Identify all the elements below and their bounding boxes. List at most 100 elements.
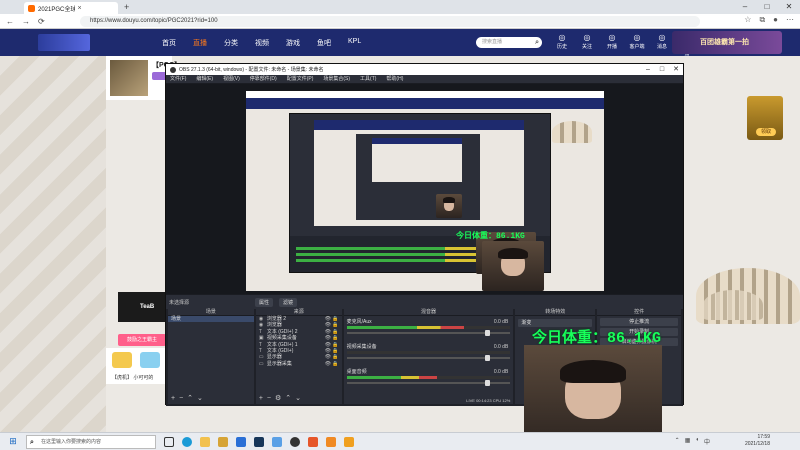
nav-item[interactable]: 首页 <box>162 38 176 48</box>
header-icon-button[interactable]: ◎ 关注 <box>578 33 596 57</box>
support-button[interactable]: 鼓励之王霸主 <box>118 334 166 346</box>
close-window-icon[interactable]: ✕ <box>778 0 800 14</box>
forward-icon[interactable]: → <box>22 17 30 26</box>
taskbar-search-placeholder: 在这里输入你要搜索的内容 <box>41 438 102 445</box>
minimize-icon[interactable]: – <box>734 0 756 14</box>
scene-controls[interactable]: +−⌃⌄ <box>171 394 207 402</box>
obs-preview[interactable]: 今日体重：86.1KG <box>166 84 683 294</box>
mixer-header: 混音器 <box>343 309 514 316</box>
slider-handle[interactable] <box>485 330 491 336</box>
volume-slider[interactable] <box>346 380 511 386</box>
search-input[interactable]: 搜索直播 ⌕ <box>476 37 542 48</box>
volume-meter <box>346 376 511 379</box>
obs-menu-item[interactable]: 配置文件(P) <box>287 75 314 83</box>
volume-slider[interactable] <box>346 355 511 361</box>
obs-menu-item[interactable]: 帮助(H) <box>386 75 403 83</box>
windows-start-icon[interactable]: ⊞ <box>0 436 26 447</box>
app-icon[interactable] <box>272 436 282 447</box>
minimize-icon[interactable]: – <box>641 64 655 75</box>
app-icon[interactable] <box>344 436 354 447</box>
nav-item[interactable]: 分类 <box>224 38 238 48</box>
app-icon[interactable] <box>236 436 246 447</box>
nav-item[interactable]: 游戏 <box>286 38 300 48</box>
source-controls[interactable]: +−⚙⌃⌄ <box>259 394 305 402</box>
filters-button[interactable]: 滤镜 <box>279 297 298 307</box>
more-icon[interactable]: ⋯ <box>786 15 794 25</box>
source-toolbar: 未选择源 属性 滤镜 <box>166 294 683 309</box>
close-tab-icon[interactable]: × <box>78 5 115 12</box>
file-explorer-icon[interactable] <box>200 436 210 447</box>
task-view-icon[interactable] <box>164 436 174 447</box>
nav-item[interactable]: 视频 <box>255 38 269 48</box>
nested-webcam-2 <box>436 194 462 218</box>
obs-menu-item[interactable]: 视图(V) <box>223 75 240 83</box>
room-thumbnail[interactable] <box>110 60 148 96</box>
edge-icon[interactable] <box>182 436 192 447</box>
left-decoration <box>0 56 106 432</box>
app-icon[interactable] <box>308 436 318 447</box>
mixer-channel-name: 桌面音频 <box>346 369 367 375</box>
camera-icon: ◎ <box>608 33 616 42</box>
control-button[interactable]: 停止推流 <box>600 318 678 326</box>
event-logo[interactable] <box>98 36 134 50</box>
url-input[interactable]: https://www.douyu.com/topic/PGC2021?rid=… <box>80 16 700 27</box>
refresh-icon[interactable]: ⟳ <box>38 17 45 26</box>
profile-icon[interactable]: ● <box>773 15 778 25</box>
header-icon-label: 关注 <box>581 44 592 50</box>
scenes-dock: 场景 场景 +−⌃⌄ <box>168 309 254 404</box>
taskbar-search[interactable]: ⌕ 在这里输入你要搜索的内容 <box>26 434 156 449</box>
gift-icon[interactable] <box>112 352 132 368</box>
close-window-icon[interactable]: ✕ <box>669 64 683 75</box>
header-icon-button[interactable]: ◎ 开播 <box>603 33 621 57</box>
heart-icon: ◎ <box>583 33 591 42</box>
maximize-icon[interactable]: □ <box>756 0 778 14</box>
obs-menu-item[interactable]: 文件(F) <box>170 75 186 83</box>
chevron-up-icon[interactable]: ⌃ <box>675 437 680 446</box>
volume-slider[interactable] <box>346 330 511 336</box>
pubg-icon[interactable] <box>218 436 228 447</box>
steam-icon[interactable] <box>254 436 264 447</box>
clock[interactable]: 17:59 2021/12/18 <box>745 434 770 448</box>
app-icon[interactable] <box>326 436 336 447</box>
back-icon[interactable]: ← <box>6 17 14 26</box>
properties-button[interactable]: 属性 <box>255 297 274 307</box>
favorites-icon[interactable]: ☆ <box>744 15 751 25</box>
slider-handle[interactable] <box>485 380 491 386</box>
gift-icon[interactable] <box>140 352 160 368</box>
douyu-logo[interactable] <box>38 34 90 51</box>
obs-menu-item[interactable]: 编辑(E) <box>196 75 213 83</box>
volume-icon[interactable]: ◖ <box>695 437 699 446</box>
obs-icon[interactable] <box>290 436 300 447</box>
new-tab-button[interactable]: + <box>124 2 129 12</box>
obs-menu-item[interactable]: 工具(T) <box>360 75 376 83</box>
network-icon[interactable]: ▦ <box>685 437 691 446</box>
douyu-favicon-icon <box>28 4 35 12</box>
promo-banner[interactable]: 百团雄霸第一拍 <box>672 31 782 54</box>
screen: 2021PGC全球总决赛 × + – □ ✕ ← → ⟳ https://www… <box>0 0 800 450</box>
scene-item[interactable]: 场景 <box>168 316 254 323</box>
header-icon-button[interactable]: ◎ 客户端 <box>628 33 646 57</box>
mixer-dock: 混音器 麦克风/Aux 0.0 dB 视频采集设备 0.0 dB 桌面音频 0.0 dB … <box>343 309 514 404</box>
nav-item[interactable]: KPL <box>348 38 361 48</box>
header-icon-button[interactable]: ◎ 历史 <box>553 33 571 57</box>
obs-menu-item[interactable]: 场景集合(S) <box>323 75 350 83</box>
source-item[interactable]: ▭ 显示器采集 👁 🔒 <box>256 361 342 367</box>
address-bar: ← → ⟳ https://www.douyu.com/topic/PGC202… <box>0 14 800 29</box>
eye-lock-icon[interactable]: 👁 🔒 <box>325 361 342 367</box>
nav-item[interactable]: 鱼吧 <box>317 38 331 48</box>
obs-title: OBS 27.1.3 (64-bit, windows) - 配置文件: 未命名… <box>179 67 324 73</box>
header-icon-button[interactable]: ◎ 消息 <box>653 33 671 57</box>
side-ad-button[interactable]: 领取 <box>756 128 776 136</box>
nav-item[interactable]: 直播 <box>193 38 207 48</box>
side-ad[interactable]: 领取 <box>747 96 783 140</box>
parachute-decoration <box>552 121 592 143</box>
slider-handle[interactable] <box>485 355 491 361</box>
browser-tab[interactable]: 2021PGC全球总决赛 × <box>24 2 118 14</box>
maximize-icon[interactable]: □ <box>655 64 669 75</box>
search-icon[interactable]: ⌕ <box>535 37 539 48</box>
obs-menubar: 文件(F) 编辑(E) 视图(V) 停靠部件(D) 配置文件(P) 场景集合(S) 工具(T… <box>166 75 683 84</box>
obs-menu-item[interactable]: 停靠部件(D) <box>250 75 277 83</box>
ime-icon[interactable]: 中 <box>704 437 710 446</box>
mixer-db-value: 0.0 dB <box>493 319 509 325</box>
collections-icon[interactable]: ⧉ <box>759 15 765 25</box>
